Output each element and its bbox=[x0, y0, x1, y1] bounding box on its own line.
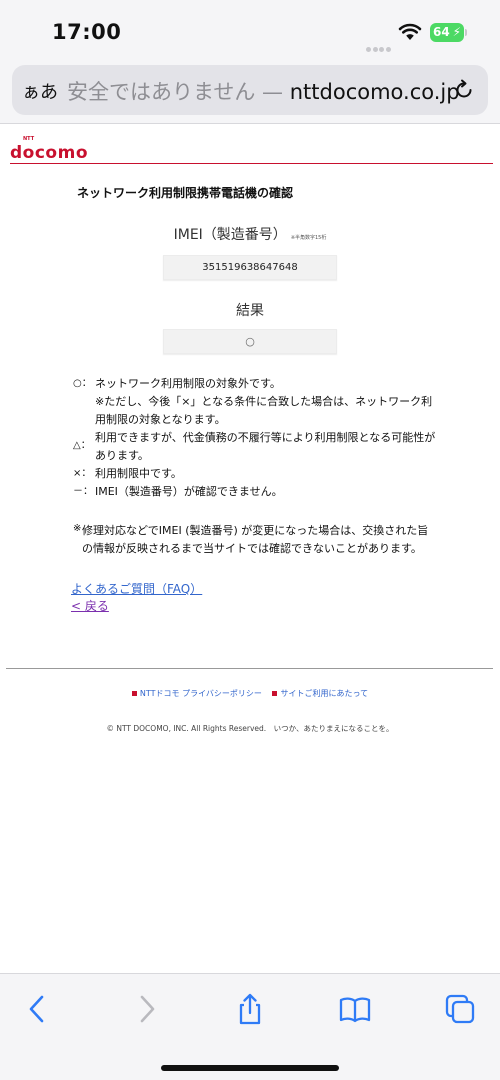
battery-cap bbox=[465, 29, 467, 36]
legend-text: 利用制限中です。 bbox=[95, 467, 182, 480]
legend-text: ※ただし、今後「×」となる条件に合致した場合は、ネットワーク利用制限の対象となり… bbox=[95, 395, 433, 426]
result-label: 結果 bbox=[236, 303, 264, 319]
logo-ntt: NTT bbox=[23, 136, 35, 142]
docomo-logo[interactable]: NTT docomo bbox=[10, 136, 88, 163]
legend-text: IMEI（製造番号）が確認できません。 bbox=[95, 485, 283, 498]
address-bar[interactable]: ぁあ 安全ではありません — nttdocomo.co.jp bbox=[12, 65, 488, 115]
browser-address-area: ぁあ 安全ではありません — nttdocomo.co.jp bbox=[0, 62, 500, 124]
legend-item-ok: ○： ネットワーク利用制限の対象外です。 bbox=[73, 375, 443, 393]
battery-level: 64 bbox=[433, 25, 450, 39]
legend-item-dash: －： IMEI（製造番号）が確認できません。 bbox=[73, 483, 443, 501]
legend-text: 利用できますが、代金債務の不履行等により利用制限となる可能性があります。 bbox=[95, 431, 436, 462]
page-title: ネットワーク利用制限携帯電話機の確認 bbox=[77, 186, 294, 200]
bookmarks-icon[interactable] bbox=[338, 992, 372, 1026]
wifi-icon bbox=[398, 23, 422, 40]
url-display[interactable]: 安全ではありません — nttdocomo.co.jp bbox=[67, 76, 460, 106]
copyright: © NTT DOCOMO, INC. All Rights Reserved. … bbox=[106, 724, 394, 733]
browser-toolbar bbox=[0, 973, 500, 1080]
forward-icon[interactable] bbox=[129, 992, 163, 1026]
privacy-policy-label: NTTドコモ プライバシーポリシー bbox=[139, 689, 262, 698]
footer-divider bbox=[6, 668, 493, 669]
web-page: NTT docomo ネットワーク利用制限携帯電話機の確認 IMEI（製造番号）… bbox=[0, 125, 500, 975]
legend-symbol: －： bbox=[73, 486, 93, 497]
url-domain: nttdocomo.co.jp bbox=[289, 80, 460, 104]
back-icon[interactable] bbox=[21, 992, 55, 1026]
bullet-square-icon bbox=[131, 691, 137, 696]
notice-mark: ※ bbox=[73, 523, 82, 534]
result-value-field: ○ bbox=[163, 329, 337, 354]
imei-label-text: IMEI（製造番号） bbox=[173, 227, 287, 243]
notice-text: 修理対応などでIMEI (製造番号) が変更になった場合は、交換された旨の情報が… bbox=[82, 524, 429, 555]
reader-aa-button[interactable]: ぁあ bbox=[22, 78, 58, 104]
imei-change-notice: ※ 修理対応などでIMEI (製造番号) が変更になった場合は、交換された旨の情… bbox=[73, 522, 433, 557]
legend-item-triangle: △： 利用できますが、代金債務の不履行等により利用制限となる可能性があります。 bbox=[73, 429, 443, 465]
tabs-icon[interactable] bbox=[443, 992, 477, 1026]
header-divider bbox=[10, 163, 493, 164]
site-terms-label: サイトご利用にあたって bbox=[280, 689, 369, 698]
imei-label: IMEI（製造番号） ※半角数字15桁 bbox=[0, 224, 500, 244]
site-terms-link[interactable]: サイトご利用にあたって bbox=[272, 689, 368, 698]
share-icon[interactable] bbox=[233, 992, 267, 1026]
reload-icon[interactable] bbox=[452, 78, 476, 102]
legend-text: ネットワーク利用制限の対象外です。 bbox=[95, 377, 281, 390]
legend-symbol: ○： bbox=[73, 378, 92, 389]
charging-bolt-icon: ⚡ bbox=[452, 25, 461, 39]
legend-symbol: △： bbox=[73, 440, 91, 451]
imei-value-field: 351519638647648 bbox=[163, 255, 337, 280]
security-warning: 安全ではありません — bbox=[67, 80, 284, 104]
battery-indicator: 64 ⚡ bbox=[430, 23, 464, 42]
back-link[interactable]: < 戻る bbox=[71, 597, 109, 614]
legend-item-cross: ×： 利用制限中です。 bbox=[73, 465, 443, 483]
privacy-policy-link[interactable]: NTTドコモ プライバシーポリシー bbox=[131, 689, 262, 698]
legend-symbol: ×： bbox=[73, 468, 92, 479]
faq-link[interactable]: よくあるご質問（FAQ） bbox=[71, 580, 202, 597]
imei-note: ※半角数字15桁 bbox=[290, 235, 327, 241]
status-bar: 17:00 64 ⚡ bbox=[0, 0, 500, 62]
legend-item-ok-note: ※ただし、今後「×」となる条件に合致した場合は、ネットワーク利用制限の対象となり… bbox=[73, 393, 443, 429]
cellular-signal-icon bbox=[366, 37, 394, 52]
result-legend: ○： ネットワーク利用制限の対象外です。 ※ただし、今後「×」となる条件に合致し… bbox=[73, 375, 443, 501]
home-indicator bbox=[161, 1065, 339, 1071]
status-time: 17:00 bbox=[52, 20, 122, 44]
footer-links: NTTドコモ プライバシーポリシー サイトご利用にあたって bbox=[0, 688, 500, 699]
logo-text: docomo bbox=[10, 143, 88, 163]
bullet-square-icon bbox=[272, 691, 278, 696]
